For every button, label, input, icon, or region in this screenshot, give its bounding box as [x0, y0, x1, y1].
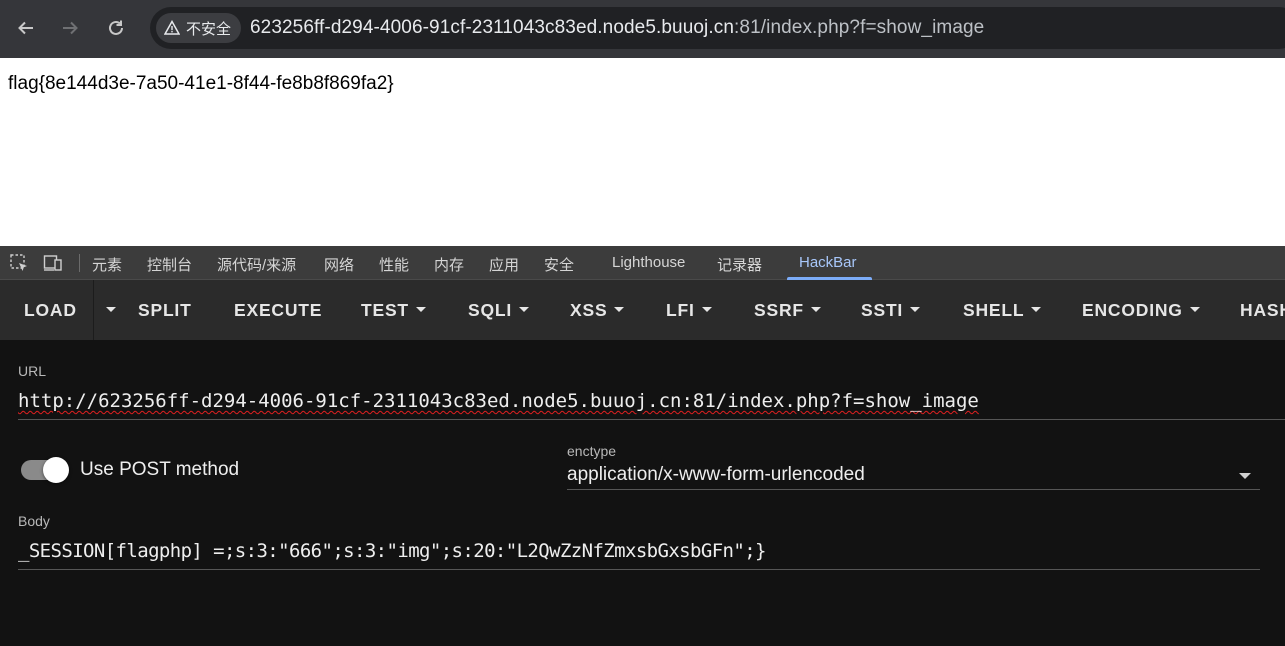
- sqli-label: SQLI: [468, 300, 513, 320]
- reload-button[interactable]: [102, 14, 130, 42]
- shell-menu-button[interactable]: SHELL: [963, 300, 1042, 321]
- enctype-underline: [567, 489, 1260, 490]
- url-input-value: http://623256ff-d294-4006-91cf-2311043c8…: [18, 390, 979, 412]
- tab-recorder[interactable]: 记录器: [717, 254, 762, 275]
- url-host: 623256ff-d294-4006-91cf-2311043c83ed.nod…: [250, 17, 735, 38]
- hackbar-toolbar: LOAD SPLIT EXECUTE TEST SQLI XSS LFI SSR…: [0, 280, 1285, 340]
- arrow-left-icon: [18, 21, 33, 35]
- flag-text: flag{8e144d3e-7a50-41e1-8f44-fe8b8f869fa…: [8, 73, 394, 94]
- split-button[interactable]: SPLIT: [138, 300, 192, 321]
- reload-icon: [109, 20, 123, 35]
- ssti-menu-button[interactable]: SSTI: [861, 300, 921, 321]
- body-input-value: _SESSION[flagphp] =;s:3:"666";s:3:"img";…: [18, 540, 766, 562]
- encoding-menu-button[interactable]: ENCODING: [1082, 300, 1200, 321]
- chevron-down-icon: [614, 306, 625, 312]
- body-input[interactable]: _SESSION[flagphp] =;s:3:"666";s:3:"img";…: [18, 540, 766, 562]
- chevron-down-icon: [1031, 306, 1042, 312]
- tab-hackbar[interactable]: HackBar: [799, 254, 857, 271]
- tab-sources[interactable]: 源代码/来源: [217, 254, 296, 275]
- enctype-value: application/x-www-form-urlencoded: [567, 464, 865, 485]
- enctype-select[interactable]: application/x-www-form-urlencoded: [567, 464, 865, 486]
- address-bar[interactable]: 不安全 623256ff-d294-4006-91cf-2311043c83ed…: [150, 7, 1285, 49]
- tab-memory[interactable]: 内存: [434, 254, 464, 275]
- lfi-label: LFI: [666, 300, 695, 320]
- chevron-down-icon: [701, 306, 712, 312]
- body-input-underline: [18, 569, 1260, 570]
- chevron-down-icon[interactable]: [1239, 473, 1251, 479]
- tab-divider: [79, 254, 80, 272]
- security-chip[interactable]: 不安全: [156, 13, 242, 43]
- devtools-tabbar: 元素 控制台 源代码/来源 网络 性能 内存 应用 安全 Lighthouse …: [0, 246, 1285, 280]
- device-toolbar-icon[interactable]: [43, 253, 63, 273]
- chevron-down-icon: [910, 306, 921, 312]
- load-button[interactable]: LOAD: [24, 300, 77, 321]
- inspect-element-icon[interactable]: [9, 253, 29, 273]
- test-menu-button[interactable]: TEST: [361, 300, 426, 321]
- hash-menu-button[interactable]: HASH: [1240, 300, 1285, 321]
- tab-network[interactable]: 网络: [324, 254, 354, 275]
- sqli-menu-button[interactable]: SQLI: [468, 300, 530, 321]
- page-content: flag{8e144d3e-7a50-41e1-8f44-fe8b8f869fa…: [0, 58, 1285, 246]
- xss-label: XSS: [570, 300, 608, 320]
- chevron-down-icon: [106, 306, 116, 312]
- lfi-menu-button[interactable]: LFI: [666, 300, 712, 321]
- back-button[interactable]: [12, 14, 40, 42]
- load-split-divider: [93, 280, 94, 340]
- body-field-label: Body: [18, 513, 50, 529]
- chevron-down-icon: [1189, 306, 1200, 312]
- forward-button[interactable]: [56, 14, 84, 42]
- chevron-down-icon: [415, 306, 426, 312]
- tab-elements[interactable]: 元素: [92, 254, 122, 275]
- chevron-down-icon: [810, 306, 821, 312]
- url-path: :81/index.php?f=show_image: [734, 17, 985, 38]
- tab-lighthouse[interactable]: Lighthouse: [612, 254, 685, 271]
- hackbar-panel: URL http://623256ff-d294-4006-91cf-23110…: [0, 340, 1285, 646]
- post-method-label: Use POST method: [80, 459, 240, 480]
- load-dropdown-button[interactable]: [99, 300, 116, 321]
- enctype-label: enctype: [567, 443, 617, 459]
- shell-label: SHELL: [963, 300, 1025, 320]
- tab-performance[interactable]: 性能: [379, 254, 409, 275]
- address-url[interactable]: 623256ff-d294-4006-91cf-2311043c83ed.nod…: [250, 17, 984, 39]
- test-label: TEST: [361, 300, 409, 320]
- tab-application[interactable]: 应用: [489, 254, 519, 275]
- post-method-toggle-knob[interactable]: [43, 457, 69, 483]
- browser-toolbar: 不安全 623256ff-d294-4006-91cf-2311043c83ed…: [0, 0, 1285, 58]
- ssti-label: SSTI: [861, 300, 904, 320]
- warning-icon: [164, 20, 180, 35]
- execute-button[interactable]: EXECUTE: [234, 300, 322, 321]
- ssrf-menu-button[interactable]: SSRF: [754, 300, 821, 321]
- ssrf-label: SSRF: [754, 300, 804, 320]
- chevron-down-icon: [519, 306, 530, 312]
- security-label: 不安全: [186, 20, 232, 38]
- url-field-label: URL: [18, 363, 47, 379]
- arrow-right-icon: [63, 21, 78, 35]
- tab-security[interactable]: 安全: [544, 254, 574, 275]
- url-input-underline: [18, 419, 1285, 420]
- tab-console[interactable]: 控制台: [147, 254, 192, 275]
- url-input[interactable]: http://623256ff-d294-4006-91cf-2311043c8…: [18, 390, 979, 412]
- encoding-label: ENCODING: [1082, 300, 1183, 320]
- xss-menu-button[interactable]: XSS: [570, 300, 625, 321]
